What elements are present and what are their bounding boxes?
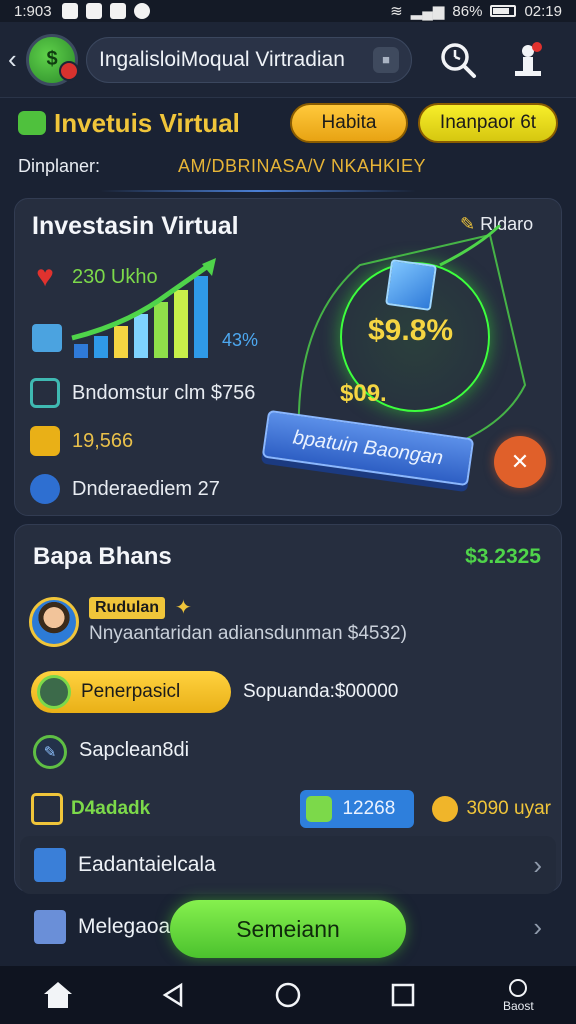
badge-icon — [37, 675, 71, 709]
points-value: 12268 — [342, 798, 396, 819]
download-label: D4adadk — [71, 798, 151, 819]
chart-bar — [154, 302, 168, 358]
back-nav-button[interactable]: Baost — [488, 970, 548, 1020]
chart-bar — [74, 344, 88, 358]
signal-icon: ▂▄▆ — [410, 3, 445, 20]
battery-percent: 86% — [452, 2, 483, 20]
chart-percentage: 43% — [222, 330, 259, 350]
tools-icon[interactable]: ✕ — [494, 436, 546, 488]
notification-icon — [61, 3, 78, 19]
pencil-circle-icon: ✎ — [33, 735, 67, 769]
penerpasicl-label: Penerpasicl — [81, 681, 181, 702]
status-notification-icons — [61, 3, 150, 19]
coin-icon — [432, 796, 459, 822]
sub-balance-text: Sopuanda:$00000 — [243, 681, 399, 702]
stat-date-value: Dnderaediem 27 — [72, 477, 220, 500]
box-icon — [32, 324, 62, 352]
coin-small-value: $09. — [340, 380, 387, 407]
sparkle-icon: ✦ — [175, 597, 192, 619]
coin-value: $9.8% — [368, 314, 454, 347]
balance-footer: D4adadk 12268 3090 uyar — [31, 787, 551, 831]
search-bar[interactable]: IngalisloiMoqual Virtradian ■ — [86, 36, 412, 83]
status-clock: 02:19 — [524, 2, 562, 20]
home-circle-icon[interactable] — [258, 970, 318, 1020]
chat-icon — [18, 111, 46, 135]
coin-text: 3090 uyar — [466, 798, 551, 819]
system-nav-bar: Baost — [0, 966, 576, 1024]
page-header: Invetuis Virtual Habita Inanpaor 6t Dinp… — [0, 98, 576, 194]
planner-label: Dinplaner: — [18, 155, 101, 176]
sapclean-label: Sapclean8di — [79, 739, 190, 761]
chart-bar — [114, 326, 128, 358]
chart-bar — [194, 276, 208, 358]
list-item-label: Eadantaielcala — [78, 853, 216, 876]
semeiann-button[interactable]: Semeiann — [170, 900, 406, 958]
battery-icon — [490, 5, 517, 17]
coins-icon — [30, 426, 60, 456]
stat-count-value: 19,566 — [72, 429, 134, 452]
inanpaor-button[interactable]: Inanpaor 6t — [418, 103, 558, 143]
notification-icon — [109, 3, 126, 19]
badge-dot — [59, 60, 79, 81]
lock-icon[interactable]: ■ — [373, 46, 399, 73]
penerpasicl-button[interactable]: Penerpasicl — [31, 671, 231, 713]
investment-card-title: Investasin Virtual — [32, 212, 239, 240]
user-description: Nnyaantaridan adiansdunman $4532) — [89, 623, 407, 644]
chevron-right-icon: › — [533, 849, 542, 880]
stat-row-balance: Bndomstur clm $756 — [30, 378, 255, 408]
stat-row-date: Dnderaediem 27 — [30, 474, 220, 504]
notification-icon — [133, 3, 150, 19]
calendar-icon — [30, 378, 60, 408]
balance-card-title: Bapa Bhans — [33, 543, 172, 570]
arrow-icon — [306, 796, 333, 822]
document-icon — [34, 848, 66, 882]
avatar[interactable] — [29, 597, 79, 647]
list-item-eadantaielcala[interactable]: Eadantaielcala › — [20, 836, 556, 894]
folder-icon — [34, 910, 66, 944]
recents-square-icon[interactable] — [373, 970, 433, 1020]
chevron-right-icon: › — [533, 911, 542, 942]
list-item-label: Melegaoa — [78, 915, 171, 938]
divider — [100, 190, 416, 192]
stat-row-count: 19,566 — [30, 426, 133, 456]
growth-bar-chart — [71, 258, 216, 358]
wallet-icon — [31, 793, 63, 825]
chevron-left-icon[interactable]: ‹ — [8, 44, 26, 75]
balance-amount: $3.2325 — [465, 545, 541, 568]
habita-button[interactable]: Habita — [290, 103, 408, 143]
back-triangle-icon[interactable] — [143, 970, 203, 1020]
heart-icon: ♥ — [36, 260, 54, 293]
wifi-icon: ≋ — [390, 3, 403, 20]
status-bar: 1:903 ≋ ▂▄▆ 86% 02:19 — [0, 0, 576, 22]
top-app-bar: ‹ $ IngalisloiMoqual Virtradian ■ — [0, 22, 576, 98]
stat-balance-value: Bndomstur clm $756 — [72, 381, 256, 404]
search-text: IngalisloiMoqual Virtradian — [99, 47, 345, 71]
clock-search-icon[interactable] — [434, 36, 482, 84]
status-right: ≋ ▂▄▆ 86% 02:19 — [390, 2, 562, 21]
points-pill[interactable]: 12268 — [300, 790, 415, 828]
notification-icon — [85, 3, 102, 19]
compass-icon — [30, 474, 60, 504]
chart-bar — [174, 290, 188, 358]
chart-bar — [134, 314, 148, 358]
home-icon[interactable] — [28, 970, 88, 1020]
back-nav-label: Baost — [503, 999, 534, 1013]
page-title: Invetuis Virtual — [54, 107, 240, 138]
person-icon[interactable] — [504, 36, 552, 84]
user-name: Rudulan — [89, 597, 165, 619]
chart-bar — [94, 336, 108, 358]
planner-value: AM/DBRINASA/V NKAHKIEY — [178, 155, 427, 176]
app-logo[interactable]: $ — [26, 33, 79, 86]
status-time: 1:903 — [14, 2, 52, 20]
cube-icon — [385, 259, 437, 311]
